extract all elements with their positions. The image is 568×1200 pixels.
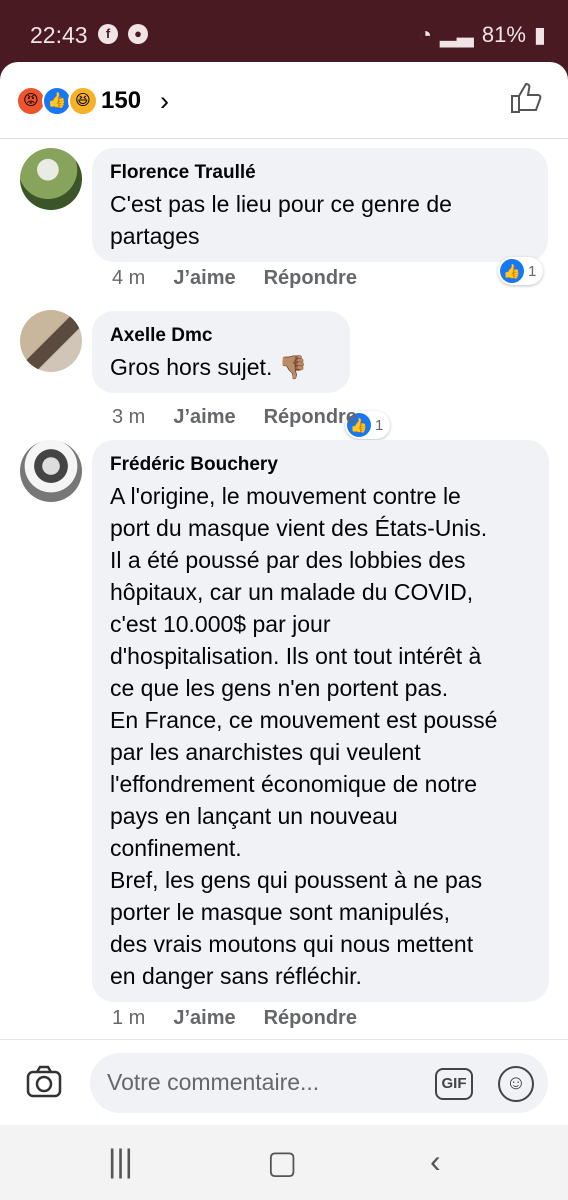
reactions-header[interactable]: 😡 👍 😆 150 › [0,62,568,139]
comment-time: 4 m [112,267,146,289]
comment-input-placeholder: Votre commentaire... [107,1069,320,1095]
avatar[interactable] [20,310,82,372]
reply-action[interactable]: Répondre [264,1007,357,1030]
comment-actions: 3 m J’aime Répondre [112,406,385,429]
chevron-right-icon: › [160,86,169,116]
like-action[interactable]: J’aime [173,1007,235,1030]
comments-sheet: 😡 👍 😆 150 › Florence Traullé C'est pas l… [0,62,568,1125]
like-action[interactable]: J’aime [173,406,235,429]
android-navigation-bar: ||| ▢ ‹ [0,1125,568,1200]
back-icon[interactable]: ‹ [430,1143,441,1180]
status-bar: 22:43 f ● ◔ ▂▃ 81% ▮ [0,0,568,62]
status-system-icons: ◔ ▂▃ 81% ▮ [419,22,546,48]
comment-composer: Votre commentaire... GIF ☺ [0,1039,568,1125]
comment-author[interactable]: Florence Traullé [110,161,530,185]
comment-author[interactable]: Frédéric Bouchery [110,453,531,477]
comment-actions: 1 m J’aime Répondre [112,1007,385,1030]
camera-icon[interactable] [25,1063,63,1101]
comment-bubble[interactable]: Frédéric Bouchery A l'origine, le mouvem… [92,440,549,1002]
signal-icon: ▂▃ [440,22,474,47]
reaction-count: 150 [101,87,142,114]
emoji-icon[interactable]: ☺ [498,1066,534,1102]
comment-author[interactable]: Axelle Dmc [110,324,332,348]
reaction-summary-count: 1 [528,262,537,280]
comment-bubble[interactable]: Florence Traullé C'est pas le lieu pour … [92,148,548,262]
account-notification-icon: ● [128,24,148,44]
status-time: 22:43 [30,22,88,48]
recent-apps-icon[interactable]: ||| [108,1143,133,1180]
wifi-icon: ◔ [418,22,432,47]
battery-level: 81% [481,22,526,47]
reply-action[interactable]: Répondre [264,267,357,290]
haha-reaction-icon: 😆 [68,86,98,116]
comment-text: A l'origine, le mouvement contre le port… [110,483,498,989]
comment-text: C'est pas le lieu pour ce genre de parta… [110,191,452,249]
home-icon[interactable]: ▢ [267,1143,297,1181]
avatar[interactable] [20,440,82,502]
comment-time: 1 m [112,1007,146,1029]
comment-actions: 4 m J’aime Répondre [112,267,385,290]
like-badge-icon: 👍 [500,259,524,283]
battery-icon: ▮ [533,22,546,47]
facebook-notification-icon: f [98,24,118,44]
avatar[interactable] [20,148,82,210]
comment-text: Gros hors sujet. 👎🏽 [110,354,308,380]
like-action[interactable]: J’aime [173,267,235,290]
comment-time: 3 m [112,406,146,428]
reaction-summary[interactable]: 👍 1 [498,257,544,285]
comment-bubble[interactable]: Axelle Dmc Gros hors sujet. 👎🏽 [92,311,350,393]
gif-button[interactable]: GIF [435,1068,473,1100]
reply-action[interactable]: Répondre [264,406,357,429]
comment-input[interactable]: Votre commentaire... GIF ☺ [90,1053,548,1113]
thumbs-up-icon[interactable] [508,80,544,116]
